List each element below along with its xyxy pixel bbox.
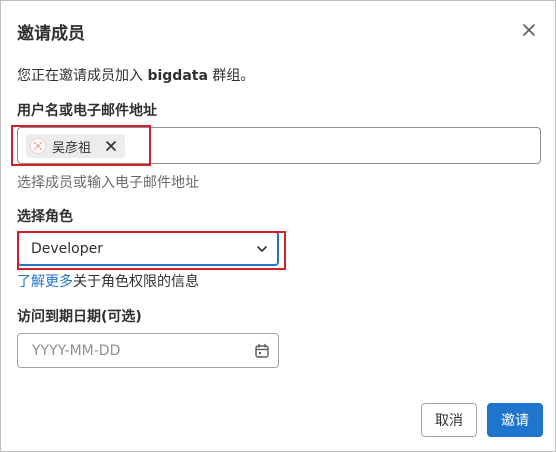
- member-token: 吴彦祖: [26, 134, 126, 158]
- learn-more-link[interactable]: 了解更多: [17, 274, 73, 290]
- role-help-text: 了解更多关于角色权限的信息: [17, 271, 199, 291]
- expiry-date-input[interactable]: [30, 341, 244, 360]
- username-label: 用户名或电子邮件地址: [17, 103, 157, 119]
- intro-text: 您正在邀请成员加入 bigdata 群组。: [17, 65, 254, 85]
- avatar-icon: [33, 141, 43, 151]
- expiry-date-field[interactable]: [17, 333, 279, 368]
- learn-more-suffix: 关于角色权限的信息: [73, 274, 199, 290]
- group-name: bigdata: [147, 68, 208, 84]
- calendar-icon[interactable]: [254, 343, 270, 359]
- role-select[interactable]: Developer: [17, 231, 279, 266]
- remove-token-button[interactable]: [103, 138, 119, 154]
- member-token-name: 吴彦祖: [52, 140, 92, 156]
- close-icon: [523, 24, 535, 36]
- close-icon: [106, 141, 116, 151]
- intro-suffix: 群组。: [207, 68, 255, 84]
- chevron-down-icon: [257, 246, 267, 252]
- username-help-text: 选择成员或输入电子邮件地址: [17, 175, 199, 191]
- cancel-button[interactable]: 取消: [421, 403, 477, 437]
- expiry-date-label: 访问到期日期(可选): [17, 309, 142, 325]
- role-selected-value: Developer: [31, 240, 104, 257]
- dialog-title: 邀请成员: [17, 24, 85, 44]
- role-label: 选择角色: [17, 209, 73, 225]
- close-button[interactable]: [517, 18, 541, 42]
- intro-prefix: 您正在邀请成员加入: [17, 68, 148, 84]
- invite-members-dialog: 邀请成员 您正在邀请成员加入 bigdata 群组。 用户名或电子邮件地址 吴彦…: [0, 0, 556, 452]
- member-token-input[interactable]: 吴彦祖: [17, 127, 541, 164]
- invite-button[interactable]: 邀请: [487, 403, 543, 437]
- user-avatar: [30, 138, 46, 154]
